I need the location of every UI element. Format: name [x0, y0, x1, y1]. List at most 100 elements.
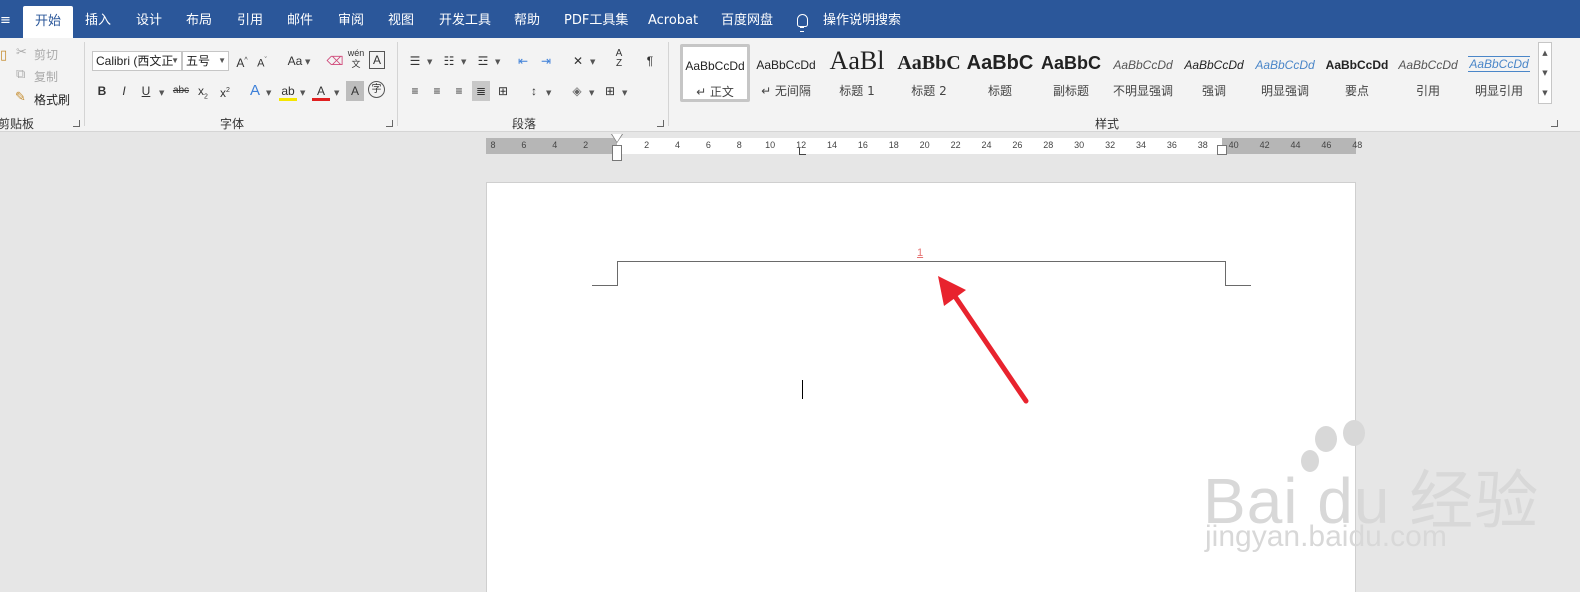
- ruler-tick-label: 22: [950, 140, 961, 150]
- style-subtitle[interactable]: AaBbC 副标题: [1036, 44, 1106, 102]
- tab-design[interactable]: 设计: [136, 0, 162, 38]
- style-preview: AaBbCcDd: [685, 59, 745, 73]
- highlight-color-icon[interactable]: ab: [279, 81, 297, 101]
- style-intense-quote[interactable]: AaBbCcDd 明显引用: [1464, 44, 1534, 102]
- tab-developer[interactable]: 开发工具: [439, 0, 491, 38]
- increase-indent-icon[interactable]: ⇥: [537, 51, 555, 71]
- ruler-tick-label: 8: [490, 140, 496, 150]
- character-shading-icon[interactable]: A: [346, 81, 364, 101]
- style-quote[interactable]: AaBbCcDd 引用: [1393, 44, 1463, 102]
- chevron-down-icon: ▼: [427, 58, 433, 66]
- paste-icon[interactable]: ▯: [0, 48, 7, 64]
- tab-help[interactable]: 帮助: [514, 0, 540, 38]
- chevron-down-icon: ▼: [171, 56, 179, 65]
- file-tab-edge[interactable]: ≡: [0, 0, 11, 38]
- group-divider: [397, 42, 398, 126]
- chevron-down-icon: ▼: [589, 89, 595, 97]
- style-intense-emphasis[interactable]: AaBbCcDd 明显强调: [1250, 44, 1320, 102]
- ruler-tick-label: 38: [1197, 140, 1208, 150]
- copy-button[interactable]: 复制: [34, 68, 58, 85]
- ruler-tick-label: 8: [736, 140, 742, 150]
- tab-insert[interactable]: 插入: [85, 0, 111, 38]
- enclose-characters-icon[interactable]: 字: [368, 81, 385, 98]
- style-strong[interactable]: AaBbCcDd 要点: [1322, 44, 1392, 102]
- align-center-icon[interactable]: ≡: [428, 81, 446, 101]
- shading-icon[interactable]: ◈: [568, 81, 586, 101]
- styles-launcher-icon[interactable]: [1551, 120, 1558, 127]
- font-size-value: 五号: [186, 54, 211, 68]
- show-marks-icon[interactable]: ¶: [641, 51, 659, 71]
- style-heading-2[interactable]: AaBbC 标题 2: [894, 44, 964, 102]
- grow-font-icon[interactable]: A^: [233, 51, 251, 71]
- chevron-down-icon: ▼: [300, 89, 306, 97]
- document-page[interactable]: [486, 182, 1356, 592]
- tab-home[interactable]: 开始: [23, 6, 74, 38]
- text-cursor: [802, 380, 803, 399]
- style-title[interactable]: AaBbC 标题: [965, 44, 1035, 102]
- gallery-more-icon[interactable]: ▼: [1539, 83, 1551, 103]
- tab-stop-marker[interactable]: [799, 148, 806, 155]
- page-number-field[interactable]: 1: [917, 247, 923, 259]
- group-divider: [84, 42, 85, 126]
- decrease-indent-icon[interactable]: ⇤: [514, 51, 532, 71]
- paragraph-launcher-icon[interactable]: [657, 120, 664, 127]
- tab-review[interactable]: 审阅: [338, 0, 364, 38]
- sort-icon[interactable]: AZ: [610, 49, 628, 69]
- change-case-icon[interactable]: Aa: [283, 51, 307, 71]
- clipboard-launcher-icon[interactable]: [73, 120, 80, 127]
- phonetic-guide-icon[interactable]: wén 文: [347, 48, 365, 69]
- ruler-tick-label: 30: [1074, 140, 1085, 150]
- tab-references[interactable]: 引用: [237, 0, 263, 38]
- bold-icon[interactable]: B: [93, 81, 111, 101]
- chevron-down-icon: ▼: [305, 58, 311, 66]
- chinese-layout-icon[interactable]: ✕: [569, 51, 587, 71]
- cut-button[interactable]: 剪切: [34, 46, 58, 63]
- align-left-icon[interactable]: ≡: [406, 81, 424, 101]
- distributed-icon[interactable]: ⊞: [494, 81, 512, 101]
- tab-view[interactable]: 视图: [388, 0, 414, 38]
- format-painter-button[interactable]: 格式刷: [34, 91, 70, 108]
- character-border-icon[interactable]: A: [369, 51, 385, 69]
- style-name: 明显引用: [1474, 84, 1523, 98]
- left-indent-marker[interactable]: [612, 145, 622, 161]
- tab-layout[interactable]: 布局: [186, 0, 212, 38]
- font-size-combo[interactable]: 五号 ▼: [182, 51, 229, 71]
- tell-me-search[interactable]: 操作说明搜索: [823, 0, 901, 38]
- clear-formatting-icon[interactable]: ⌫: [326, 51, 344, 71]
- align-right-icon[interactable]: ≡: [450, 81, 468, 101]
- justify-icon[interactable]: ≣: [472, 81, 490, 101]
- tab-pdf-tools[interactable]: PDF工具集: [564, 0, 628, 38]
- strikethrough-icon[interactable]: abc: [170, 81, 192, 101]
- style-subtle-emphasis[interactable]: AaBbCcDd 不明显强调: [1108, 44, 1178, 102]
- style-no-spacing[interactable]: AaBbCcDd ↵ 无间隔: [751, 44, 821, 102]
- ruler-tick-label: 24: [981, 140, 992, 150]
- ruler-tick-label: 40: [1228, 140, 1239, 150]
- style-normal[interactable]: AaBbCcDd ↵ 正文: [680, 44, 750, 102]
- line-spacing-icon[interactable]: ↕: [525, 81, 543, 101]
- tab-acrobat[interactable]: Acrobat: [648, 0, 698, 38]
- numbering-icon[interactable]: ☷: [440, 51, 458, 71]
- chevron-up-icon[interactable]: ▲: [1539, 43, 1551, 63]
- chevron-down-icon[interactable]: ▼: [1539, 63, 1551, 83]
- font-launcher-icon[interactable]: [386, 120, 393, 127]
- style-preview: AaBbC: [966, 52, 1034, 74]
- shrink-font-icon[interactable]: Aˇ: [253, 51, 271, 71]
- style-heading-1[interactable]: AaBl 标题 1: [822, 44, 892, 102]
- gallery-scroll[interactable]: ▲ ▼ ▼: [1538, 42, 1552, 104]
- tab-baidu-netdisk[interactable]: 百度网盘: [721, 0, 773, 38]
- tab-mailings[interactable]: 邮件: [287, 0, 313, 38]
- italic-icon[interactable]: I: [115, 81, 133, 101]
- font-color-icon[interactable]: A: [312, 81, 330, 101]
- style-preview: AaBbCcDd: [1113, 58, 1173, 72]
- bullets-icon[interactable]: ☰: [406, 51, 424, 71]
- font-name-combo[interactable]: Calibri (西文正 ▼: [92, 51, 182, 71]
- multilevel-list-icon[interactable]: ☲: [474, 51, 492, 71]
- style-emphasis[interactable]: AaBbCcDd 强调: [1179, 44, 1249, 102]
- right-indent-marker[interactable]: [1217, 145, 1227, 155]
- underline-icon[interactable]: U: [137, 81, 155, 101]
- header-border-line: [617, 261, 1226, 262]
- subscript-icon[interactable]: x2: [194, 81, 212, 101]
- text-effects-icon[interactable]: A: [246, 81, 264, 101]
- superscript-icon[interactable]: x2: [216, 81, 234, 101]
- borders-icon[interactable]: ⊞: [601, 81, 619, 101]
